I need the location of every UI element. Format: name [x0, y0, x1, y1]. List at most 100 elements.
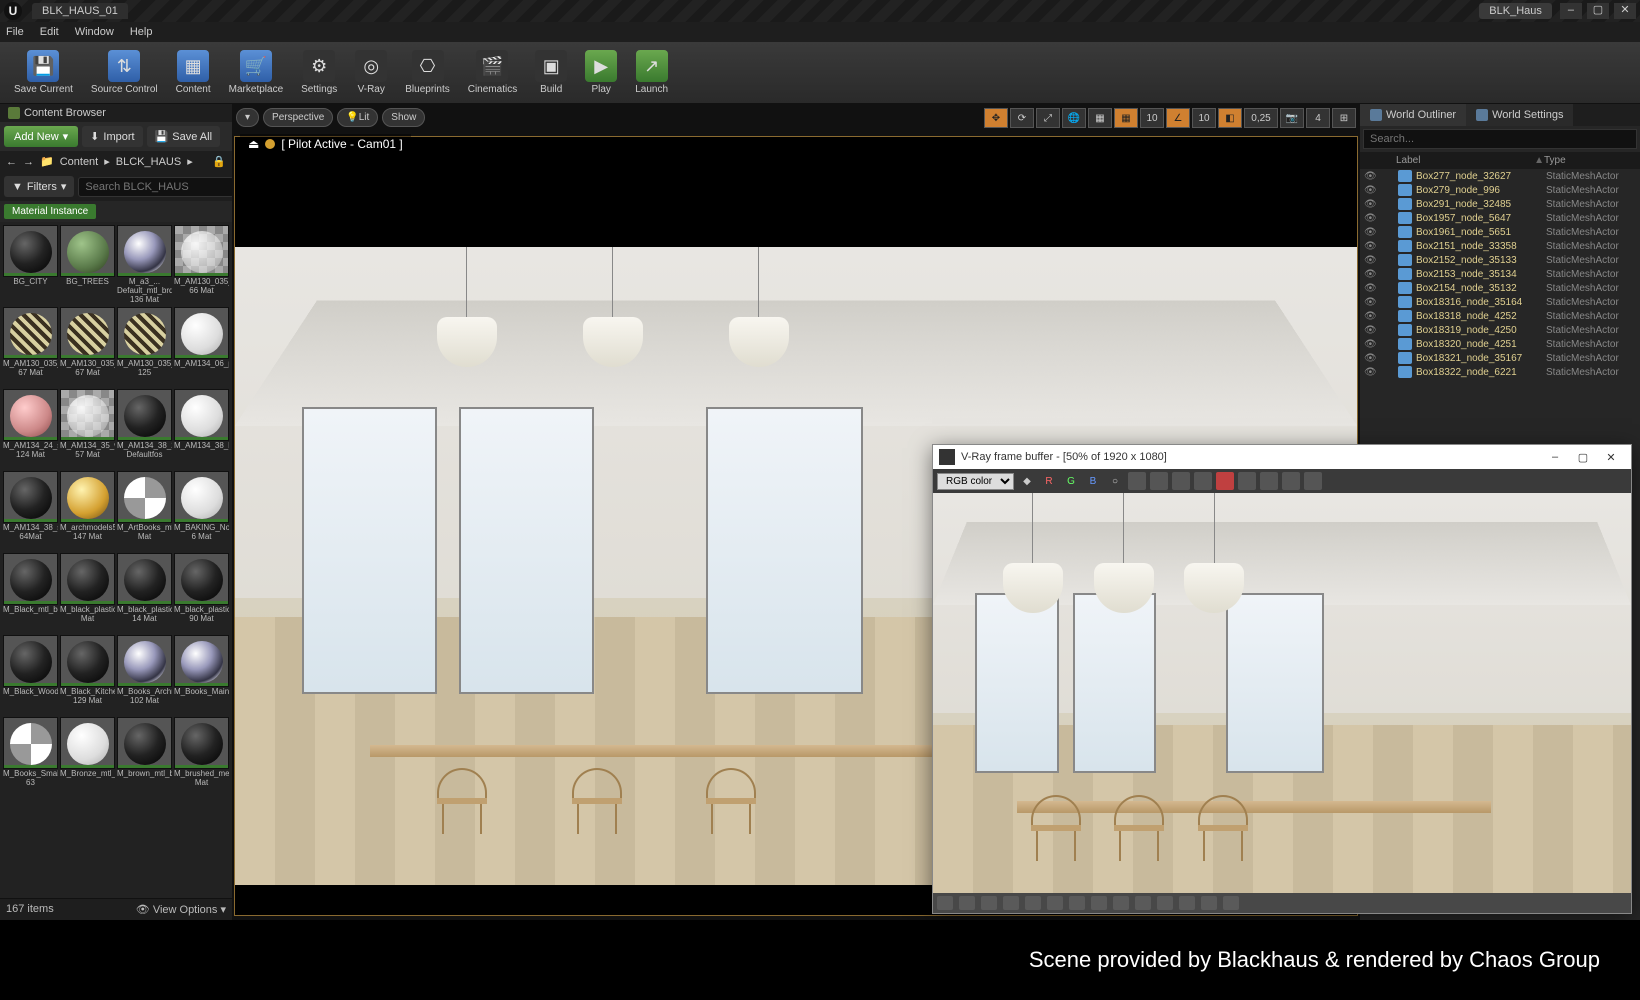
camera-speed-value[interactable]: 4	[1306, 108, 1330, 128]
viewport-maximize-icon[interactable]: ⊞	[1332, 108, 1356, 128]
vray-frame-buffer-window[interactable]: V-Ray frame buffer - [50% of 1920 x 1080…	[932, 444, 1632, 914]
outliner-row[interactable]: 👁Box2152_node_35133StaticMeshActor	[1360, 253, 1640, 267]
transform-rotate-icon[interactable]: ⟳	[1010, 108, 1034, 128]
outliner-row[interactable]: 👁Box18319_node_4250StaticMeshActor	[1360, 323, 1640, 337]
vfb-minimize-icon[interactable]: –	[1541, 451, 1569, 463]
forward-icon[interactable]: →	[23, 156, 34, 168]
outliner-row[interactable]: 👁Box1957_node_5647StaticMeshActor	[1360, 211, 1640, 225]
pilot-indicator[interactable]: ⏏ [ Pilot Active - Cam01 ]	[240, 134, 411, 154]
vfb-rgb-icon[interactable]: ◆	[1018, 472, 1036, 490]
asset-item[interactable]: M_Black_mtl_brdf_45_Mat	[3, 553, 58, 633]
vfb-clear-icon[interactable]	[1172, 472, 1190, 490]
asset-item[interactable]: M_AM130_035_005_mtl_brdf 67 Mat	[60, 307, 115, 387]
asset-item[interactable]: M_Black_Wood_mtl_brdf_14_Mat	[3, 635, 58, 715]
vfb-status-icon[interactable]	[937, 896, 953, 910]
breadcrumb-content[interactable]: Content	[60, 156, 99, 168]
asset-item[interactable]: M_ArtBooks_mtl_mtl_brdf_64 Mat	[117, 471, 172, 551]
asset-item[interactable]: M_a3_... Default_mtl_brdf 136 Mat	[117, 225, 172, 305]
vfb-close-icon[interactable]: ✕	[1597, 451, 1625, 464]
lit-button[interactable]: 💡Lit	[337, 108, 378, 127]
asset-item[interactable]: M_Books_Archmodels_mtl_brdf 102 Mat	[117, 635, 172, 715]
asset-item[interactable]: M_Books_Main_Shelf_Test_mtl_brdf	[174, 635, 229, 715]
asset-item[interactable]: M_BAKING_Normals_mtl_brdf 6 Mat	[174, 471, 229, 551]
view-options-button[interactable]: 👁 View Options ▾	[136, 903, 226, 916]
asset-item[interactable]: M_Books_Small_Shelf_mtl_brdf 63	[3, 717, 58, 797]
asset-item[interactable]: M_brown_mtl_brdf	[117, 717, 172, 797]
toolbar-market-button[interactable]: 🛒Marketplace	[221, 46, 291, 99]
asset-item[interactable]: BG_TREES	[60, 225, 115, 305]
asset-item[interactable]: M_AM134_24_shoe_01_mtl_brdf 124 Mat	[3, 389, 58, 469]
minimize-icon[interactable]: –	[1560, 3, 1582, 19]
grid-snap-value[interactable]: 10	[1140, 108, 1164, 128]
toolbar-cine-button[interactable]: 🎬Cinematics	[460, 46, 525, 99]
scale-snap-icon[interactable]: ◧	[1218, 108, 1242, 128]
vfb-titlebar[interactable]: V-Ray frame buffer - [50% of 1920 x 1080…	[933, 445, 1631, 469]
asset-item[interactable]: M_black_plastic_mtl_brdf 14 Mat	[117, 553, 172, 633]
tab-world-settings[interactable]: World Settings	[1466, 104, 1573, 126]
asset-item[interactable]: M_black_plastic_mtl_brdf_113 Mat	[60, 553, 115, 633]
add-new-button[interactable]: Add New▾	[4, 126, 78, 147]
vfb-status-icon[interactable]	[1135, 896, 1151, 910]
toolbar-scc-button[interactable]: ⇅Source Control	[83, 46, 166, 99]
asset-item[interactable]: M_black_plastic_mtl_brdf 90 Mat	[174, 553, 229, 633]
vfb-region-icon[interactable]	[1260, 472, 1278, 490]
project-tab[interactable]: BLK_HAUS_01	[32, 3, 128, 19]
tab-world-outliner[interactable]: World Outliner	[1360, 104, 1466, 126]
breadcrumb-folder[interactable]: BLCK_HAUS	[116, 156, 181, 168]
vfb-stop-icon[interactable]	[1216, 472, 1234, 490]
vfb-channel-select[interactable]: RGB color	[937, 473, 1014, 490]
asset-item[interactable]: M_AM134_38_20_... Defaultfos	[117, 389, 172, 469]
outliner-row[interactable]: 👁Box2153_node_35134StaticMeshActor	[1360, 267, 1640, 281]
toolbar-content-button[interactable]: ▦Content	[168, 46, 219, 99]
outliner-search-input[interactable]	[1363, 129, 1637, 149]
visibility-icon[interactable]: 👁	[1364, 325, 1378, 336]
vfb-status-icon[interactable]	[1003, 896, 1019, 910]
profile-button[interactable]: BLK_Haus	[1479, 3, 1552, 19]
angle-snap-icon[interactable]: ∠	[1166, 108, 1190, 128]
outliner-row[interactable]: 👁Box1961_node_5651StaticMeshActor	[1360, 225, 1640, 239]
vfb-status-icon[interactable]	[1025, 896, 1041, 910]
outliner-header-type[interactable]: Type	[1544, 155, 1634, 166]
asset-item[interactable]: M_AM134_38_bottle_glass_white_mtl	[174, 389, 229, 469]
outliner-row[interactable]: 👁Box18320_node_4251StaticMeshActor	[1360, 337, 1640, 351]
viewport[interactable]: ▾ Perspective 💡Lit Show ✥ ⟳ ⤢ 🌐 ▦ ▦ 10 ∠…	[232, 104, 1360, 920]
vfb-status-icon[interactable]	[1223, 896, 1239, 910]
toolbar-play-button[interactable]: ▶Play	[577, 46, 625, 99]
asset-grid[interactable]: BG_CITYBG_TREESM_a3_... Default_mtl_brdf…	[0, 222, 232, 898]
vfb-status-icon[interactable]	[981, 896, 997, 910]
outliner-row[interactable]: 👁Box2154_node_35132StaticMeshActor	[1360, 281, 1640, 295]
vfb-status-icon[interactable]	[1047, 896, 1063, 910]
visibility-icon[interactable]: 👁	[1364, 311, 1378, 322]
outliner-row[interactable]: 👁Box18318_node_4252StaticMeshActor	[1360, 309, 1640, 323]
asset-item[interactable]: M_brushed_metal_mtl_brdf_89 Mat	[174, 717, 229, 797]
visibility-icon[interactable]: 👁	[1364, 353, 1378, 364]
vfb-mono-icon[interactable]: ○	[1106, 472, 1124, 490]
content-browser-tab[interactable]: Content Browser	[0, 104, 232, 122]
search-input[interactable]	[78, 177, 234, 197]
visibility-icon[interactable]: 👁	[1364, 213, 1378, 224]
menu-edit[interactable]: Edit	[40, 26, 59, 38]
vfb-status-icon[interactable]	[959, 896, 975, 910]
vfb-channel-g[interactable]: G	[1062, 472, 1080, 490]
eject-icon[interactable]: ⏏	[248, 137, 259, 151]
outliner-row[interactable]: 👁Box18316_node_35164StaticMeshActor	[1360, 295, 1640, 309]
angle-snap-value[interactable]: 10	[1192, 108, 1216, 128]
visibility-icon[interactable]: 👁	[1364, 269, 1378, 280]
vfb-save-icon[interactable]	[1128, 472, 1146, 490]
vfb-channel-b[interactable]: B	[1084, 472, 1102, 490]
outliner-header[interactable]: Label ▲ Type	[1360, 152, 1640, 169]
outliner-row[interactable]: 👁Box18321_node_35167StaticMeshActor	[1360, 351, 1640, 365]
visibility-icon[interactable]: 👁	[1364, 283, 1378, 294]
asset-item[interactable]: M_Black_Kitchen_mtl_brdf 129 Mat	[60, 635, 115, 715]
outliner-header-label[interactable]: Label	[1366, 155, 1534, 166]
maximize-icon[interactable]: ▢	[1587, 3, 1609, 19]
camera-speed-icon[interactable]: 📷	[1280, 108, 1304, 128]
asset-item[interactable]: M_AM134_35_water_mtl_brdf 57 Mat	[60, 389, 115, 469]
menu-window[interactable]: Window	[75, 26, 114, 38]
visibility-icon[interactable]: 👁	[1364, 339, 1378, 350]
outliner-row[interactable]: 👁Box2151_node_33358StaticMeshActor	[1360, 239, 1640, 253]
vfb-channel-r[interactable]: R	[1040, 472, 1058, 490]
vfb-status-icon[interactable]	[1201, 896, 1217, 910]
vfb-status-icon[interactable]	[1091, 896, 1107, 910]
toolbar-vray-button[interactable]: ◎V-Ray	[347, 46, 395, 99]
